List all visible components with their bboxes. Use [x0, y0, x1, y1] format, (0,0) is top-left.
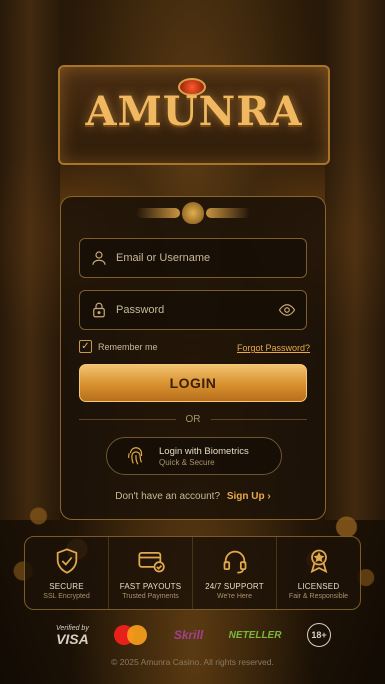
login-button[interactable]: LOGIN — [79, 364, 307, 402]
remember-me-label: Remember me — [98, 341, 158, 352]
copyright-text: © 2025 Amunra Casino. All rights reserve… — [111, 657, 274, 667]
winged-scarab-icon — [134, 200, 252, 226]
or-label: OR — [185, 414, 201, 425]
remember-me-checkbox[interactable]: ✓ Remember me — [79, 340, 158, 353]
feature-fast-payouts: FAST PAYOUTS Trusted Payments — [109, 537, 193, 609]
mastercard-icon — [114, 624, 148, 646]
fingerprint-icon — [125, 445, 147, 467]
feature-title: 24/7 SUPPORT — [205, 582, 264, 591]
biometrics-title: Login with Biometrics — [159, 445, 249, 457]
feature-title: LICENSED — [297, 582, 340, 591]
feature-subtitle: Trusted Payments — [122, 593, 179, 600]
checkmark-icon[interactable]: ✓ — [79, 340, 92, 353]
signup-link[interactable]: Sign Up › — [227, 491, 271, 502]
signup-prompt: Don't have an account? — [115, 491, 221, 502]
card-icon — [136, 546, 166, 576]
feature-secure: SECURE SSL Encrypted — [25, 537, 109, 609]
shield-check-icon — [52, 546, 82, 576]
medal-icon — [304, 546, 334, 576]
password-placeholder: Password — [116, 304, 165, 316]
feature-support: 24/7 SUPPORT We're Here — [193, 537, 277, 609]
payment-methods: Verified by VISA Skrill NETELLER 18+ — [56, 622, 331, 648]
chevron-right-icon: › — [267, 491, 271, 502]
show-password-icon[interactable] — [278, 301, 296, 319]
biometrics-login-button[interactable]: Login with Biometrics Quick & Secure — [106, 437, 282, 475]
or-divider: OR — [79, 414, 307, 425]
features-bar: SECURE SSL Encrypted FAST PAYOUTS Truste… — [24, 536, 361, 610]
age-restriction-badge: 18+ — [306, 623, 331, 647]
biometrics-subtitle: Quick & Secure — [159, 457, 215, 467]
feature-subtitle: Fair & Responsible — [288, 593, 349, 600]
email-placeholder: Email or Username — [116, 252, 211, 264]
headset-icon — [220, 546, 250, 576]
email-field[interactable]: Email or Username — [79, 238, 307, 278]
lock-icon — [90, 301, 108, 319]
user-icon — [90, 249, 108, 267]
feature-title: FAST PAYOUTS — [119, 582, 182, 591]
feature-subtitle: We're Here — [216, 593, 253, 600]
visa-logo: Verified by VISA — [56, 624, 89, 647]
feature-title: SECURE — [49, 582, 84, 591]
feature-licensed: LICENSED Fair & Responsible — [277, 537, 360, 609]
brand-logo: AMUNRA — [85, 88, 303, 135]
neteller-logo: NETELLER — [228, 629, 282, 641]
feature-subtitle: SSL Encrypted — [43, 593, 90, 600]
password-field[interactable]: Password — [79, 290, 307, 330]
signup-row: Don't have an account? Sign Up › — [60, 491, 326, 502]
forgot-password-link[interactable]: Forgot Password? — [237, 343, 310, 353]
skrill-logo: Skrill — [173, 628, 204, 642]
